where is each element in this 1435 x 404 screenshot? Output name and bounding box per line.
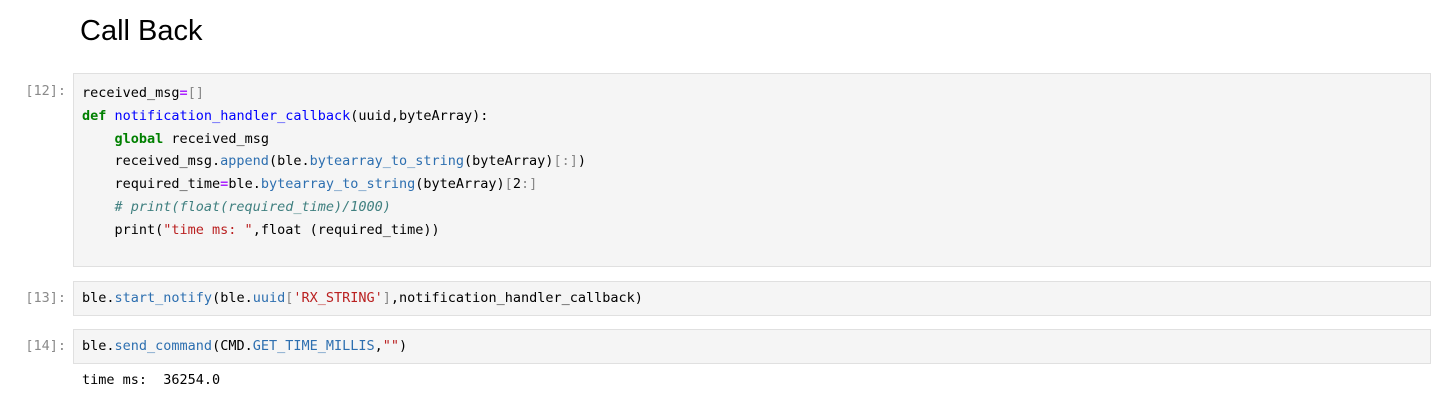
code-line: ble.start_notify(ble.uuid['RX_STRING'],n… [82, 287, 1422, 310]
code-token: (ble. [212, 290, 253, 306]
code-token: # print(float(required_time)/1000) [114, 198, 391, 215]
code-token: ble. [82, 338, 115, 354]
code-token: GET_TIME_MILLIS [252, 338, 375, 354]
code-token: [] [187, 85, 204, 101]
code-line: global received_msg [82, 128, 1422, 151]
code-editor[interactable]: ble.start_notify(ble.uuid['RX_STRING'],n… [74, 282, 1430, 310]
code-token: , [374, 338, 383, 354]
code-line: ble.send_command(CMD.GET_TIME_MILLIS,"") [82, 335, 1422, 358]
code-token: global [114, 130, 164, 147]
code-token: def [82, 107, 107, 124]
code-token: [:] [553, 153, 578, 170]
code-token: (uuid,byteArray): [350, 107, 489, 124]
code-token: notification_handler_callback [114, 107, 351, 124]
code-token: received_msg [163, 130, 269, 147]
code-token: (byteArray) [415, 176, 505, 193]
code-token: received_msg [82, 85, 180, 101]
code-token: uuid [252, 290, 286, 306]
code-token: ) [399, 338, 408, 354]
code-token: bytearray_to_string [260, 176, 416, 193]
markdown-heading: Call Back [80, 15, 203, 47]
code-token: 'RX_STRING' [293, 290, 383, 306]
code-token: bytearray_to_string [309, 153, 465, 170]
code-token: required_time [82, 176, 221, 193]
code-token: (byteArray) [464, 153, 554, 170]
code-token: [ [504, 176, 513, 193]
code-token: (ble. [268, 153, 310, 170]
code-line: received_msg.append(ble.bytearray_to_str… [82, 150, 1422, 173]
code-token: :] [520, 176, 538, 193]
code-token: ) [577, 153, 586, 170]
code-token: "time ms: " [163, 221, 253, 238]
code-token: ble. [82, 290, 115, 306]
code-token: start_notify [114, 290, 213, 306]
notebook-page: { "heading": "Call Back", "cells": [ { "… [0, 0, 1435, 404]
code-token: = [179, 85, 188, 101]
code-line [82, 242, 1422, 265]
code-token: 2 [512, 176, 521, 193]
cell-output-text: time ms: 36254.0 [82, 372, 221, 388]
code-cell-send-command[interactable]: ble.send_command(CMD.GET_TIME_MILLIS,"") [73, 329, 1431, 364]
code-token: "" [382, 338, 400, 354]
code-token: ,notification_handler_callback) [390, 290, 643, 306]
code-line: print("time ms: ",float (required_time)) [82, 219, 1422, 242]
code-line: received_msg=[] [82, 82, 1422, 105]
code-token: ble. [228, 176, 261, 193]
code-line: def notification_handler_callback(uuid,b… [82, 105, 1422, 128]
code-cell-start-notify[interactable]: ble.start_notify(ble.uuid['RX_STRING'],n… [73, 281, 1431, 316]
cell-prompt-12: [12]: [25, 83, 66, 99]
code-token: ,float (required_time)) [252, 221, 440, 238]
cell-prompt-13: [13]: [25, 290, 66, 306]
code-editor[interactable]: received_msg=[] def notification_handler_… [74, 74, 1430, 264]
code-token: append [220, 153, 269, 170]
code-token: received_msg. [82, 153, 221, 170]
code-token: ] [382, 290, 391, 306]
code-editor[interactable]: ble.send_command(CMD.GET_TIME_MILLIS,"") [74, 330, 1430, 358]
code-token: print( [82, 221, 164, 238]
cell-prompt-14: [14]: [25, 338, 66, 354]
code-token: send_command [114, 338, 213, 354]
code-cell-callback-definition[interactable]: received_msg=[] def notification_handler_… [73, 73, 1431, 267]
code-token: (CMD. [212, 338, 253, 354]
code-line: required_time=ble.bytearray_to_string(by… [82, 173, 1422, 196]
code-line: # print(float(required_time)/1000) [82, 196, 1422, 219]
